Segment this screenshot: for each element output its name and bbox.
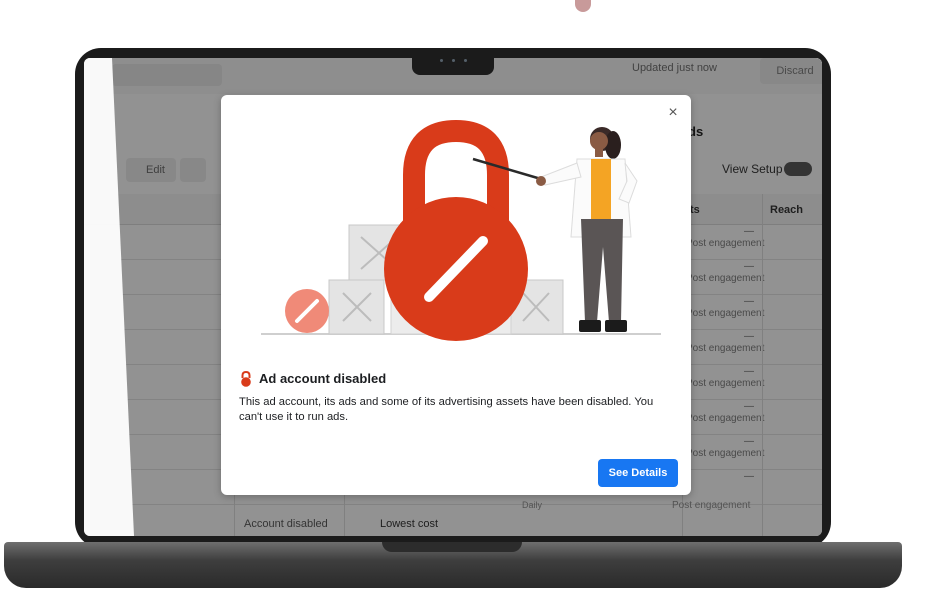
see-details-button[interactable]: See Details <box>598 459 678 487</box>
padlock-illustration <box>261 119 661 341</box>
camera-dot <box>464 59 467 62</box>
partial-object-top <box>575 0 591 12</box>
ad-account-disabled-dialog: × Ad account disabled This ad account, i… <box>221 95 691 495</box>
lock-icon <box>241 371 251 387</box>
camera-notch <box>412 48 494 75</box>
lock-icon <box>384 119 528 341</box>
camera-dot <box>452 59 455 62</box>
camera-dot <box>440 59 443 62</box>
small-disabled-icon <box>285 289 329 333</box>
dialog-title: Ad account disabled <box>259 371 387 386</box>
laptop-screen: Updated just now Discard Edit ds View Se… <box>84 58 822 536</box>
dialog-message: This ad account, its ads and some of its… <box>239 396 654 423</box>
laptop-hinge-groove <box>382 542 522 552</box>
